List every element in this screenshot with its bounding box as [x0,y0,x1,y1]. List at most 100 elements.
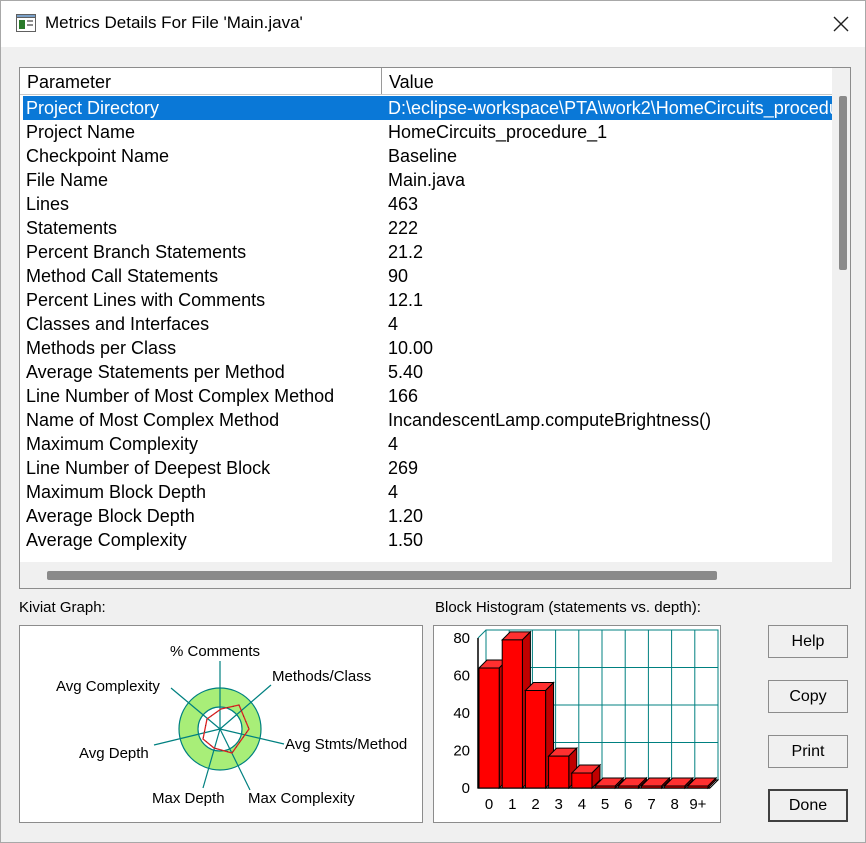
parameter-cell: Maximum Complexity [26,434,199,454]
histogram-x-tick-label: 7 [647,796,655,813]
value-cell: Main.java [388,170,466,190]
value-cell: 1.50 [388,530,424,550]
table-row[interactable]: Methods per Class 10.00 [23,336,832,360]
title-bar: Metrics Details For File 'Main.java' [1,1,865,47]
parameter-cell: Statements [26,218,118,238]
table-row[interactable]: Statements 222 [23,216,832,240]
parameter-cell: Line Number of Deepest Block [26,458,271,478]
help-button[interactable]: Help [768,625,848,658]
parameter-cell: Line Number of Most Complex Method [26,386,335,406]
table-row[interactable]: Average Block Depth 1.20 [23,504,832,528]
histogram-bar [617,785,639,789]
table-row[interactable]: Average Statements per Method 5.40 [23,360,832,384]
histogram-y-tick-label: 20 [453,743,470,760]
value-cell: 222 [388,218,419,238]
vertical-scroll-thumb[interactable] [839,96,847,270]
metrics-table: Parameter Value Project Directory D:\ecli… [19,67,851,589]
value-cell: 166 [388,386,419,406]
histogram-bar [664,785,686,789]
parameter-cell: Checkpoint Name [26,146,170,166]
histogram-y-tick-label: 60 [453,668,470,685]
block-histogram: 0 20 40 60 80 0 1 2 3 4 5 6 7 8 9+ [433,625,721,823]
histogram-y-tick-label: 40 [453,705,470,722]
value-cell: 10.00 [388,338,434,358]
table-row[interactable]: Percent Lines with Comments 12.1 [23,288,832,312]
parameter-cell: Percent Lines with Comments [26,290,266,310]
histogram-x-tick-label: 3 [555,796,563,813]
table-body: Project Directory D:\eclipse-workspace\PT… [23,96,832,556]
histogram-bar [524,690,547,789]
table-row[interactable]: Classes and Interfaces 4 [23,312,832,336]
kiviat-label-max-depth: Max Depth [152,790,225,807]
close-button[interactable] [823,7,859,41]
value-cell: 5.40 [388,362,424,382]
histogram-x-tick-label: 1 [508,796,516,813]
table-header: Parameter Value [20,68,832,95]
parameter-cell: Classes and Interfaces [26,314,210,334]
table-row[interactable]: Maximum Block Depth 4 [23,480,832,504]
histogram-x-tick-label: 0 [485,796,493,813]
histogram-x-tick-label: 5 [601,796,609,813]
print-button[interactable]: Print [768,735,848,768]
parameter-cell: Lines [26,194,70,214]
copy-button[interactable]: Copy [768,680,848,713]
value-cell: 4 [388,434,399,454]
histogram-bar [640,785,663,789]
histogram-bar [478,667,500,789]
table-row[interactable]: Line Number of Deepest Block 269 [23,456,832,480]
value-cell: 21.2 [388,242,424,262]
parameter-cell: Methods per Class [26,338,177,358]
parameter-cell: Method Call Statements [26,266,219,286]
table-row[interactable]: Lines 463 [23,192,832,216]
value-cell: D:\eclipse-workspace\PTA\work2\HomeCircu… [388,98,832,118]
horizontal-scroll-thumb[interactable] [47,571,717,580]
value-cell: 4 [388,314,399,334]
value-cell: 90 [388,266,409,286]
horizontal-scrollbar[interactable] [20,562,850,588]
histogram-x-tick-label: 2 [531,796,539,813]
kiviat-label-methods-class: Methods/Class [272,668,371,685]
kiviat-label-max-complexity: Max Complexity [248,790,355,807]
histogram-x-tick-label: 9+ [689,796,706,813]
histogram-bar [687,785,709,789]
histogram-x-tick-label: 6 [624,796,632,813]
parameter-cell: Project Name [26,122,136,142]
table-row[interactable]: File Name Main.java [23,168,832,192]
table-row[interactable]: Project Name HomeCircuits_procedure_1 [23,120,832,144]
column-header-value[interactable]: Value [382,68,832,94]
value-cell: 12.1 [388,290,424,310]
table-row[interactable]: Checkpoint Name Baseline [23,144,832,168]
kiviat-label-comments: % Comments [170,643,260,660]
parameter-cell: File Name [26,170,109,190]
histogram-svg: 0204060800 1 2 3 4 5 6 7 8 9+ [453,629,720,813]
table-row[interactable]: Line Number of Most Complex Method 166 [23,384,832,408]
table-row[interactable]: Average Complexity 1.50 [23,528,832,552]
value-cell: 4 [388,482,399,502]
done-button[interactable]: Done [768,789,848,822]
histogram-bar [594,785,616,789]
table-row[interactable]: Percent Branch Statements 21.2 [23,240,832,264]
column-header-parameter[interactable]: Parameter [20,68,382,94]
histogram-bar [548,755,570,789]
histogram-x-tick-label: 8 [671,796,679,813]
value-cell: Baseline [388,146,458,166]
parameter-cell: Average Statements per Method [26,362,285,382]
vertical-scrollbar[interactable] [832,68,850,562]
value-cell: 463 [388,194,419,214]
table-row[interactable]: Name of Most Complex Method IncandescentL… [23,408,832,432]
histogram-bar [501,639,523,789]
table-row[interactable]: Project Directory D:\eclipse-workspace\PT… [23,96,832,120]
kiviat-caption: Kiviat Graph: [19,599,106,616]
parameter-cell: Percent Branch Statements [26,242,247,262]
value-cell: 269 [388,458,419,478]
histogram-y-tick-label: 80 [453,630,470,647]
parameter-cell: Average Complexity [26,530,187,550]
window-app-icon [16,14,36,32]
histogram-x-tick-label: 4 [578,796,586,813]
histogram-grid-side [477,629,487,639]
histogram-y-tick-label: 0 [462,780,470,797]
table-row[interactable]: Maximum Complexity 4 [23,432,832,456]
value-cell: 1.20 [388,506,424,526]
histogram-bar [571,772,593,789]
table-row[interactable]: Method Call Statements 90 [23,264,832,288]
